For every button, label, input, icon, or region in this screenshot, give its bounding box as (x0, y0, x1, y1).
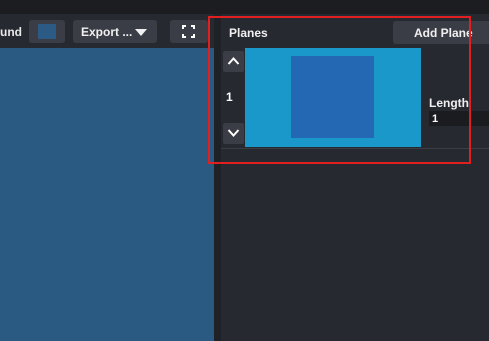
panel-splitter[interactable] (214, 14, 221, 341)
export-dropdown-button[interactable]: Export ... (73, 20, 157, 43)
background-color-button[interactable] (29, 20, 65, 43)
background-label: und (0, 25, 22, 39)
background-color-swatch (38, 24, 56, 39)
move-down-button[interactable] (223, 123, 244, 144)
plane-item: 1 Length (221, 48, 489, 148)
plane-index: 1 (226, 90, 233, 104)
planes-panel: Planes Add Plane 1 Length (221, 14, 489, 341)
chevron-down-icon (135, 29, 147, 36)
panel-title: Planes (229, 26, 268, 40)
export-label: Export ... (81, 25, 133, 39)
chevron-down-icon (227, 129, 240, 137)
length-input[interactable] (429, 111, 489, 126)
fullscreen-icon (182, 25, 195, 38)
viewport-canvas[interactable] (0, 48, 214, 341)
top-strip (0, 0, 489, 14)
row-divider (221, 148, 489, 149)
add-plane-label: Add Plane (414, 26, 473, 40)
planes-header: Planes Add Plane (221, 14, 489, 48)
fullscreen-button[interactable] (170, 20, 208, 43)
chevron-up-icon (227, 57, 240, 65)
app-window: und Export ... Planes Add Plane 1 Length… (0, 0, 489, 341)
canvas-toolbar: und Export ... (0, 14, 214, 48)
add-plane-button[interactable]: Add Plane (393, 21, 489, 44)
plane-thumbnail[interactable] (245, 48, 421, 147)
move-up-button[interactable] (223, 51, 244, 72)
length-label: Length (429, 96, 469, 110)
plane-preview-square (291, 56, 374, 138)
